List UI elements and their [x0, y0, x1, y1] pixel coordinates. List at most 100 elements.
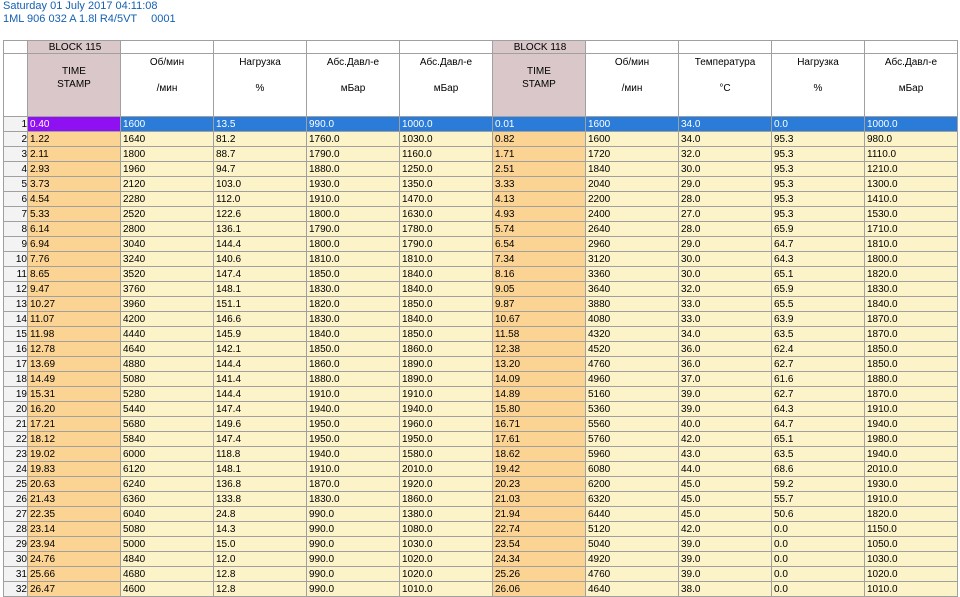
- table-row[interactable]: 26 21.43 6360 133.8 1830.0 1860.0 21.03 6320 45.…: [3, 491, 958, 507]
- value-cell[interactable]: 1860.0: [399, 491, 493, 507]
- value-cell[interactable]: 5440: [120, 401, 214, 417]
- value-cell[interactable]: 990.0: [306, 551, 400, 567]
- column-header[interactable]: Абс.Давл-е мБар: [399, 53, 493, 117]
- value-cell[interactable]: 1020.0: [399, 566, 493, 582]
- value-cell[interactable]: 13.5: [213, 116, 307, 132]
- table-row[interactable]: 18 14.49 5080 141.4 1880.0 1890.0 14.09 4960 37.…: [3, 371, 958, 387]
- value-cell[interactable]: 1790.0: [399, 236, 493, 252]
- value-cell[interactable]: 4840: [120, 551, 214, 567]
- value-cell[interactable]: 1250.0: [399, 161, 493, 177]
- value-cell[interactable]: 1840.0: [306, 326, 400, 342]
- table-row[interactable]: 1 0.40 1600 13.5 990.0 1000.0 0.01 1600 34.0 0.0 1…: [3, 116, 958, 132]
- value-cell[interactable]: 4680: [120, 566, 214, 582]
- timestamp-cell[interactable]: 16.71: [492, 416, 586, 432]
- value-cell[interactable]: 39.0: [678, 551, 772, 567]
- value-cell[interactable]: 3040: [120, 236, 214, 252]
- value-cell[interactable]: 6240: [120, 476, 214, 492]
- value-cell[interactable]: 5360: [585, 401, 679, 417]
- value-cell[interactable]: 1870.0: [864, 311, 958, 327]
- column-header[interactable]: Абс.Давл-е мБар: [306, 53, 400, 117]
- timestamp-cell[interactable]: 11.98: [27, 326, 121, 342]
- value-cell[interactable]: 990.0: [306, 566, 400, 582]
- table-row[interactable]: 9 6.94 3040 144.4 1800.0 1790.0 6.54 2960 29.0 64…: [3, 236, 958, 252]
- value-cell[interactable]: 1960.0: [399, 416, 493, 432]
- value-cell[interactable]: 990.0: [306, 521, 400, 537]
- timestamp-cell[interactable]: 20.23: [492, 476, 586, 492]
- value-cell[interactable]: 1890.0: [399, 356, 493, 372]
- timestamp-cell[interactable]: 22.74: [492, 521, 586, 537]
- timestamp-cell[interactable]: 1.22: [27, 131, 121, 147]
- value-cell[interactable]: 1910.0: [306, 191, 400, 207]
- value-cell[interactable]: 34.0: [678, 326, 772, 342]
- value-cell[interactable]: 36.0: [678, 341, 772, 357]
- table-row[interactable]: 15 11.98 4440 145.9 1840.0 1850.0 11.58 4320 34.…: [3, 326, 958, 342]
- value-cell[interactable]: 1830.0: [306, 491, 400, 507]
- value-cell[interactable]: 144.4: [213, 356, 307, 372]
- value-cell[interactable]: 1210.0: [864, 161, 958, 177]
- value-cell[interactable]: 1980.0: [864, 431, 958, 447]
- value-cell[interactable]: 1810.0: [306, 251, 400, 267]
- value-cell[interactable]: 1600: [585, 131, 679, 147]
- value-cell[interactable]: 4520: [585, 341, 679, 357]
- value-cell[interactable]: 1870.0: [864, 386, 958, 402]
- value-cell[interactable]: 1940.0: [864, 446, 958, 462]
- value-cell[interactable]: 4080: [585, 311, 679, 327]
- value-cell[interactable]: 1350.0: [399, 176, 493, 192]
- value-cell[interactable]: 151.1: [213, 296, 307, 312]
- table-row[interactable]: 17 13.69 4880 144.4 1860.0 1890.0 13.20 4760 36.…: [3, 356, 958, 372]
- column-header[interactable]: Об/мин/мин: [120, 53, 214, 117]
- value-cell[interactable]: 14.3: [213, 521, 307, 537]
- value-cell[interactable]: 39.0: [678, 401, 772, 417]
- value-cell[interactable]: 1640: [120, 131, 214, 147]
- value-cell[interactable]: 1880.0: [306, 161, 400, 177]
- value-cell[interactable]: 118.8: [213, 446, 307, 462]
- timestamp-cell[interactable]: 13.20: [492, 356, 586, 372]
- value-cell[interactable]: 5280: [120, 386, 214, 402]
- value-cell[interactable]: 1920.0: [399, 476, 493, 492]
- value-cell[interactable]: 0.0: [771, 536, 865, 552]
- timestamp-cell[interactable]: 4.54: [27, 191, 121, 207]
- timestamp-cell[interactable]: 26.06: [492, 581, 586, 597]
- value-cell[interactable]: 133.8: [213, 491, 307, 507]
- value-cell[interactable]: 4200: [120, 311, 214, 327]
- value-cell[interactable]: 3240: [120, 251, 214, 267]
- value-cell[interactable]: 1850.0: [399, 296, 493, 312]
- value-cell[interactable]: 990.0: [306, 506, 400, 522]
- value-cell[interactable]: 2280: [120, 191, 214, 207]
- value-cell[interactable]: 81.2: [213, 131, 307, 147]
- value-cell[interactable]: 65.1: [771, 431, 865, 447]
- value-cell[interactable]: 15.0: [213, 536, 307, 552]
- value-cell[interactable]: 3760: [120, 281, 214, 297]
- value-cell[interactable]: 4760: [585, 356, 679, 372]
- value-cell[interactable]: 1030.0: [399, 131, 493, 147]
- value-cell[interactable]: 5000: [120, 536, 214, 552]
- table-row[interactable]: 13 10.27 3960 151.1 1820.0 1850.0 9.87 3880 33.0…: [3, 296, 958, 312]
- value-cell[interactable]: 990.0: [306, 536, 400, 552]
- table-row[interactable]: 7 5.33 2520 122.6 1800.0 1630.0 4.93 2400 27.0 95…: [3, 206, 958, 222]
- value-cell[interactable]: 1300.0: [864, 176, 958, 192]
- value-cell[interactable]: 63.5: [771, 326, 865, 342]
- timestamp-cell[interactable]: 20.63: [27, 476, 121, 492]
- table-row[interactable]: 27 22.35 6040 24.8 990.0 1380.0 21.94 6440 45.0 5…: [3, 506, 958, 522]
- value-cell[interactable]: 1850.0: [864, 341, 958, 357]
- value-cell[interactable]: 94.7: [213, 161, 307, 177]
- timestamp-cell[interactable]: 12.38: [492, 341, 586, 357]
- timestamp-cell[interactable]: 0.01: [492, 116, 586, 132]
- timestamp-cell[interactable]: 13.69: [27, 356, 121, 372]
- value-cell[interactable]: 4920: [585, 551, 679, 567]
- value-cell[interactable]: 147.4: [213, 401, 307, 417]
- value-cell[interactable]: 1870.0: [864, 326, 958, 342]
- value-cell[interactable]: 6440: [585, 506, 679, 522]
- value-cell[interactable]: 1940.0: [399, 401, 493, 417]
- timestamp-cell[interactable]: 23.94: [27, 536, 121, 552]
- value-cell[interactable]: 136.1: [213, 221, 307, 237]
- value-cell[interactable]: 12.8: [213, 566, 307, 582]
- value-cell[interactable]: 1830.0: [864, 281, 958, 297]
- table-row[interactable]: 4 2.93 1960 94.7 1880.0 1250.0 2.51 1840 30.0 95.…: [3, 161, 958, 177]
- timestamp-cell[interactable]: 22.35: [27, 506, 121, 522]
- value-cell[interactable]: 6000: [120, 446, 214, 462]
- column-header[interactable]: TIME STAMP: [27, 53, 121, 117]
- value-cell[interactable]: 1010.0: [399, 581, 493, 597]
- value-cell[interactable]: 147.4: [213, 266, 307, 282]
- timestamp-cell[interactable]: 0.40: [27, 116, 121, 132]
